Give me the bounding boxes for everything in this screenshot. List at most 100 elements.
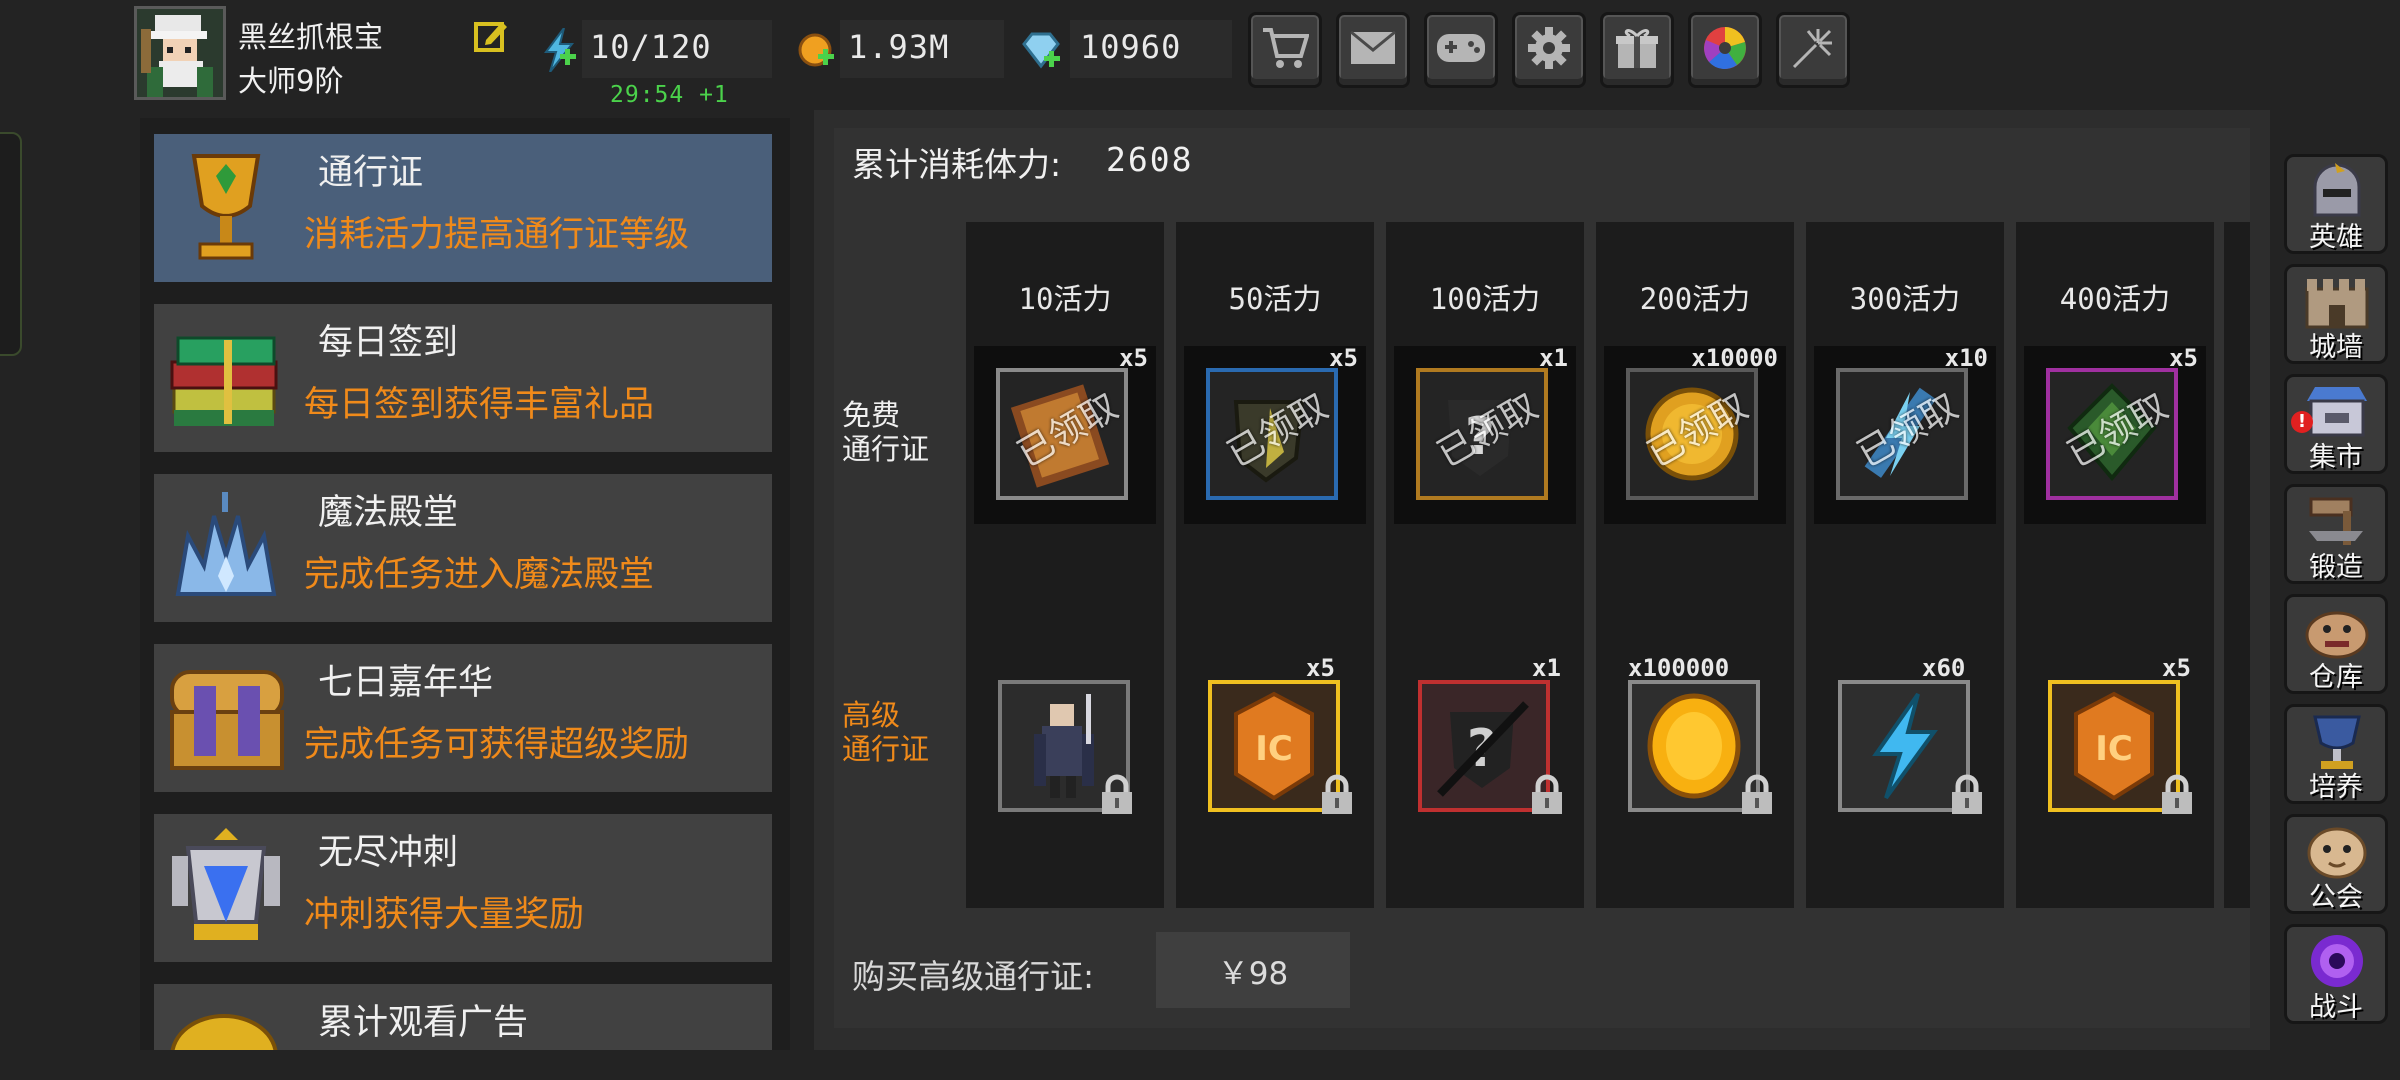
buy-premium-button[interactable]: ￥98 [1156,932,1350,1008]
tier-column: 50活力 已领取 x5 IC x5 [1176,222,1374,908]
menu-item-subtitle: 冲刺获得大量奖励 [304,895,585,935]
shop-button[interactable] [1248,12,1322,88]
menu-item-subtitle: 每日签到获得丰富礼品 [304,385,655,425]
nav-hero-button[interactable]: 英雄 [2284,154,2388,254]
gold-coin-item-icon: 已领取 [1626,368,1758,500]
green-book-stack-icon [164,316,288,440]
lock-icon [1738,774,1776,814]
free-reward-slot[interactable]: 已领取 x10000 [1604,344,1786,524]
free-reward-slot[interactable]: 已领取 x5 [1184,344,1366,524]
premium-pass-row-label: 高级 通行证 [842,698,929,766]
energy-timer: 29:54 +1 [610,82,729,108]
golden-chalice-icon [164,146,288,270]
nav-label: 锻造 [2309,552,2363,583]
chalice-icon [2301,711,2373,771]
crystal-trophy-icon [164,826,288,950]
free-reward-slot[interactable]: 已领取 x5 [974,344,1156,524]
lock-icon [1098,774,1136,814]
nav-label: 战斗 [2309,992,2363,1023]
menu-item-title: 七日嘉年华 [318,663,494,703]
alert-badge: ! [2291,411,2313,433]
nav-label: 公会 [2309,882,2363,913]
gold-value: 1.93M [848,28,950,66]
premium-reward-qty: x1 [1532,654,1561,682]
lock-icon [1318,774,1356,814]
edit-name-icon[interactable] [474,18,508,52]
anvil-hammer-icon [2301,491,2373,551]
side-drawer-tab[interactable] [0,132,22,356]
nav-battle-button[interactable]: 战斗 [2284,924,2388,1024]
player-name: 黑丝抓根宝 [238,20,384,54]
market-stall-icon [2301,381,2373,441]
tier-label: 10活力 [1018,282,1112,316]
lock-icon [2158,774,2196,814]
tier-column: 300活力 已领取 x10 x60 [1806,222,2004,908]
free-reward-qty: x5 [2169,344,2198,372]
gear-icon [1526,25,1572,75]
stamina-value: 2608 [1106,140,1194,179]
gem-icon [1020,32,1064,70]
nav-wall-button[interactable]: 城墙 [2284,264,2388,364]
nav-train-button[interactable]: 培养 [2284,704,2388,804]
tier-column: 200活力 已领取 x10000 x100000 [1596,222,1794,908]
menu-item-subtitle: 完成任务进入魔法殿堂 [304,555,655,595]
firework-icon [1790,25,1836,75]
menu-item-pass[interactable]: 通行证 消耗活力提高通行证等级 [154,134,772,282]
guild-beast-icon [2301,821,2373,881]
tier-label: 200活力 [1639,282,1751,316]
firework-button[interactable] [1776,12,1850,88]
nav-label: 培养 [2309,772,2363,803]
tier-label: 300活力 [1849,282,1961,316]
menu-item-endless-sprint[interactable]: 无尽冲刺 冲刺获得大量奖励 [154,814,772,962]
nav-label: 英雄 [2309,222,2363,253]
nav-market-button[interactable]: ! 集市 [2284,374,2388,474]
tier-column: 100活力 ? 已领取 x1 ? x1 [1386,222,1584,908]
avatar[interactable] [134,6,226,100]
free-reward-slot[interactable]: ? 已领取 x1 [1394,344,1576,524]
menu-item-title: 通行证 [318,153,424,193]
menu-item-magic-hall[interactable]: 魔法殿堂 完成任务进入魔法殿堂 [154,474,772,622]
free-pass-label-line: 通行证 [842,432,930,466]
nav-label: 集市 [2309,442,2363,473]
tier-label: 400活力 [2059,282,2171,316]
menu-item-title: 无尽冲刺 [318,833,459,873]
free-reward-slot[interactable]: 已领取 x5 [2024,344,2206,524]
ice-crystal-crown-icon [164,486,288,610]
lock-icon [1948,774,1986,814]
knight-helmet-icon [2301,161,2373,221]
nav-warehouse-button[interactable]: 仓库 [2284,594,2388,694]
nav-forge-button[interactable]: 锻造 [2284,484,2388,584]
gamepad-button[interactable] [1424,12,1498,88]
nav-label: 城墙 [2309,332,2363,363]
mail-button[interactable] [1336,12,1410,88]
menu-item-ad-views[interactable]: 累计观看广告 [154,984,772,1050]
menu-item-seven-day-carnival[interactable]: 七日嘉年华 完成任务可获得超级奖励 [154,644,772,792]
tier-label: 50活力 [1228,282,1322,316]
buy-premium-price: ￥98 [1217,955,1289,992]
gem-value: 10960 [1080,28,1182,66]
premium-pass-label-line: 高级 [842,698,901,732]
premium-reward-qty: x100000 [1628,654,1730,682]
energy-value: 10/120 [590,28,712,66]
gold-coin-icon [798,30,836,70]
shop-cart-icon [1261,26,1310,74]
lock-icon [1528,774,1566,814]
free-reward-qty: x10000 [1691,344,1778,372]
free-reward-qty: x5 [1119,344,1148,372]
menu-item-daily-checkin[interactable]: 每日签到 每日签到获得丰富礼品 [154,304,772,452]
premium-reward-qty: x5 [1306,654,1335,682]
gift-button[interactable] [1600,12,1674,88]
color-wheel-icon [1701,24,1749,76]
menu-item-title: 累计观看广告 [318,1003,529,1043]
purple-portal-icon [2301,931,2373,991]
nav-guild-button[interactable]: 公会 [2284,814,2388,914]
settings-button[interactable] [1512,12,1586,88]
gift-icon [1614,26,1660,74]
menu-item-title: 每日签到 [318,323,459,363]
color-wheel-button[interactable] [1688,12,1762,88]
shield-item-icon: 已领取 [1206,368,1338,500]
mail-icon [1349,30,1397,70]
free-pass-row-label: 免费 通行证 [842,398,929,466]
mystery-shield-item-icon: ? 已领取 [1416,368,1548,500]
free-reward-slot[interactable]: 已领取 x10 [1814,344,1996,524]
